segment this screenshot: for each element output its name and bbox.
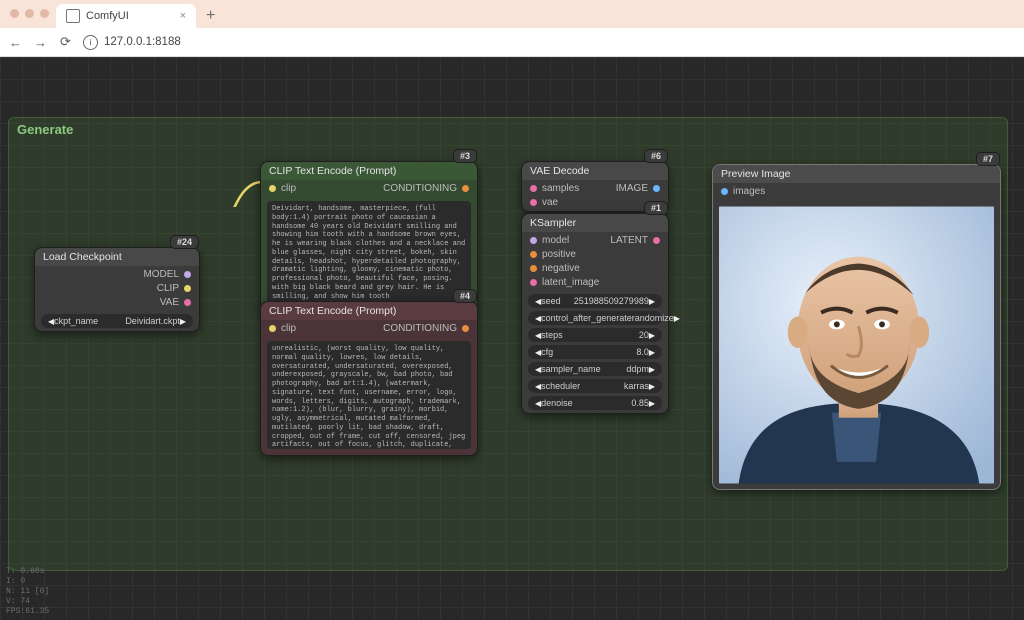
widget-label: sampler_name [541,364,601,374]
widget-label: steps [541,330,563,340]
window-controls[interactable] [10,9,49,18]
widget-label: ckpt_name [54,316,98,326]
chevron-right-icon[interactable]: ▶ [649,382,655,391]
node-title[interactable]: Load Checkpoint [35,248,199,266]
input-vae[interactable]: vae [530,197,579,208]
browser-tabstrip: ComfyUI × + [0,0,1024,28]
node-title[interactable]: CLIP Text Encode (Prompt) [261,162,477,180]
canvas-viewport[interactable]: Generate #24 Load Checkpoint MODEL CLIP … [0,57,1024,620]
portrait-icon [719,204,994,486]
widget-label: seed [541,296,561,306]
input-clip[interactable]: clip [269,323,296,334]
output-model[interactable]: MODEL [143,269,191,280]
input-images[interactable]: images [721,186,765,197]
output-image[interactable]: IMAGE [616,183,660,194]
node-id-badge: #24 [170,235,199,249]
node-clip-encode-negative[interactable]: #4 CLIP Text Encode (Prompt) clip CONDIT… [260,301,478,456]
chevron-right-icon[interactable]: ▶ [649,297,655,306]
prompt-text-negative[interactable]: unrealistic, (worst quality, low quality… [267,341,471,449]
widget-value: Deividart.ckpt [125,316,180,326]
node-title[interactable]: KSampler [522,214,668,232]
input-latent-image[interactable]: latent_image [530,277,599,288]
input-negative[interactable]: negative [530,263,599,274]
widget-value: randomize [632,313,674,323]
node-ksampler[interactable]: #1 KSampler model positive negative late… [521,213,669,414]
node-id-badge: #3 [453,149,477,163]
chevron-right-icon[interactable]: ▶ [649,365,655,374]
chevron-right-icon[interactable]: ▶ [649,348,655,357]
address-bar[interactable]: i 127.0.0.1:8188 [83,35,181,50]
widget-denoise[interactable]: ◀denoise0.85▶ [528,396,662,410]
output-conditioning[interactable]: CONDITIONING [383,323,469,334]
tab-title: ComfyUI [86,10,129,22]
chevron-right-icon[interactable]: ▶ [180,317,186,326]
widget-value: 0.85 [631,398,649,408]
input-model[interactable]: model [530,235,599,246]
favicon [66,9,80,23]
widget-value: ddpm [626,364,649,374]
node-title[interactable]: CLIP Text Encode (Prompt) [261,302,477,320]
node-title[interactable]: Preview Image [713,165,1000,183]
node-title[interactable]: VAE Decode [522,162,668,180]
widget-scheduler[interactable]: ◀schedulerkarras▶ [528,379,662,393]
chevron-right-icon[interactable]: ▶ [674,314,680,323]
output-latent[interactable]: LATENT [610,235,660,246]
canvas-stats: T: 0.60sI: 0N: 11 [0]V: 74FPS:61.35 [6,567,49,617]
input-positive[interactable]: positive [530,249,599,260]
widget-ckpt-name[interactable]: ◀ ckpt_name Deividart.ckpt ▶ [41,314,193,328]
output-clip[interactable]: CLIP [157,283,191,294]
preview-output-image [719,204,994,486]
widget-value: 251988509279989 [574,296,649,306]
input-clip[interactable]: clip [269,183,296,194]
close-tab-icon[interactable]: × [180,10,186,22]
node-clip-encode-positive[interactable]: #3 CLIP Text Encode (Prompt) clip CONDIT… [260,161,478,312]
output-conditioning[interactable]: CONDITIONING [383,183,469,194]
widget-cfg[interactable]: ◀cfg8.0▶ [528,345,662,359]
widget-sampler_name[interactable]: ◀sampler_nameddpm▶ [528,362,662,376]
widget-seed[interactable]: ◀seed251988509279989▶ [528,294,662,308]
back-button[interactable]: ← [8,35,23,50]
browser-tab[interactable]: ComfyUI × [56,4,196,28]
site-info-icon[interactable]: i [83,35,98,50]
input-samples[interactable]: samples [530,183,579,194]
widget-label: scheduler [541,381,580,391]
reload-button[interactable]: ⟳ [58,34,73,50]
widget-label: denoise [541,398,573,408]
node-id-badge: #6 [644,149,668,163]
widget-steps[interactable]: ◀steps20▶ [528,328,662,342]
output-vae[interactable]: VAE [160,297,191,308]
node-id-badge: #7 [976,152,1000,166]
widget-control_after_generate[interactable]: ◀control_after_generaterandomize▶ [528,311,662,325]
address-text: 127.0.0.1:8188 [104,36,181,48]
node-load-checkpoint[interactable]: #24 Load Checkpoint MODEL CLIP VAE ◀ ckp… [34,247,200,332]
group-title[interactable]: Generate [9,118,1007,141]
node-id-badge: #4 [453,289,477,303]
widget-value: 20 [639,330,649,340]
node-id-badge: #1 [644,201,668,215]
widget-label: control_after_generate [541,313,632,323]
widget-label: cfg [541,347,553,357]
chevron-right-icon[interactable]: ▶ [649,399,655,408]
prompt-text-positive[interactable]: Deividart, handsome, masterpiece, (full … [267,201,471,305]
widget-value: karras [624,381,649,391]
chevron-right-icon[interactable]: ▶ [649,331,655,340]
browser-toolbar: ← → ⟳ i 127.0.0.1:8188 [0,28,1024,57]
forward-button[interactable]: → [33,35,48,50]
new-tab-button[interactable]: + [206,7,215,25]
node-preview-image[interactable]: #7 Preview Image images [712,164,1001,490]
widget-value: 8.0 [636,347,649,357]
